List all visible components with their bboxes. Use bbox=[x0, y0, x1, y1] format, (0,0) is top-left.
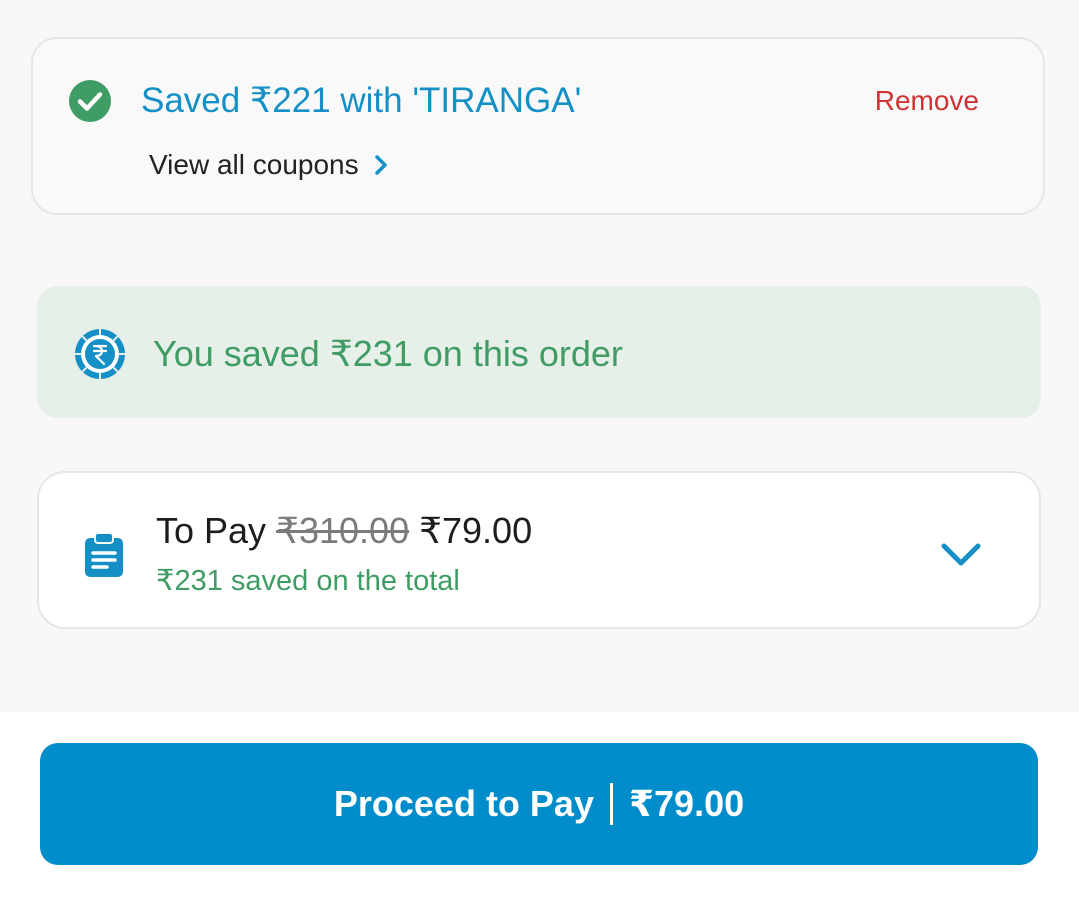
chevron-right-icon bbox=[374, 155, 387, 175]
to-pay-line: To Pay ₹310.00 ₹79.00 bbox=[156, 509, 532, 553]
clipboard-icon bbox=[85, 532, 123, 577]
coupon-saved-text: Saved ₹221 with 'TIRANGA' bbox=[141, 81, 582, 120]
proceed-button-label: Proceed to Pay bbox=[333, 783, 594, 824]
check-circle-icon bbox=[69, 80, 111, 122]
original-amount: ₹310.00 bbox=[276, 510, 410, 551]
proceed-to-pay-button[interactable]: Proceed to Pay ₹79.00 bbox=[40, 743, 1038, 865]
view-all-coupons-label: View all coupons bbox=[149, 149, 359, 180]
to-pay-card[interactable]: To Pay ₹310.00 ₹79.00 ₹231 saved on the … bbox=[37, 471, 1041, 629]
to-pay-label: To Pay bbox=[156, 510, 267, 551]
rupee-coin-icon bbox=[75, 329, 125, 379]
proceed-button-amount: ₹79.00 bbox=[628, 783, 745, 824]
view-all-coupons-link[interactable]: View all coupons bbox=[149, 147, 389, 183]
savings-banner: You saved ₹231 on this order bbox=[37, 286, 1041, 418]
button-divider bbox=[609, 783, 613, 825]
savings-text: You saved ₹231 on this order bbox=[153, 333, 623, 374]
remove-coupon-button[interactable]: Remove bbox=[875, 83, 979, 119]
total-saved-text: ₹231 saved on the total bbox=[156, 565, 460, 597]
coupon-card: Saved ₹221 with 'TIRANGA' Remove View al… bbox=[31, 37, 1045, 215]
footer-bar: Proceed to Pay ₹79.00 bbox=[0, 712, 1079, 922]
final-amount: ₹79.00 bbox=[419, 510, 533, 551]
chevron-down-icon[interactable] bbox=[939, 541, 983, 569]
